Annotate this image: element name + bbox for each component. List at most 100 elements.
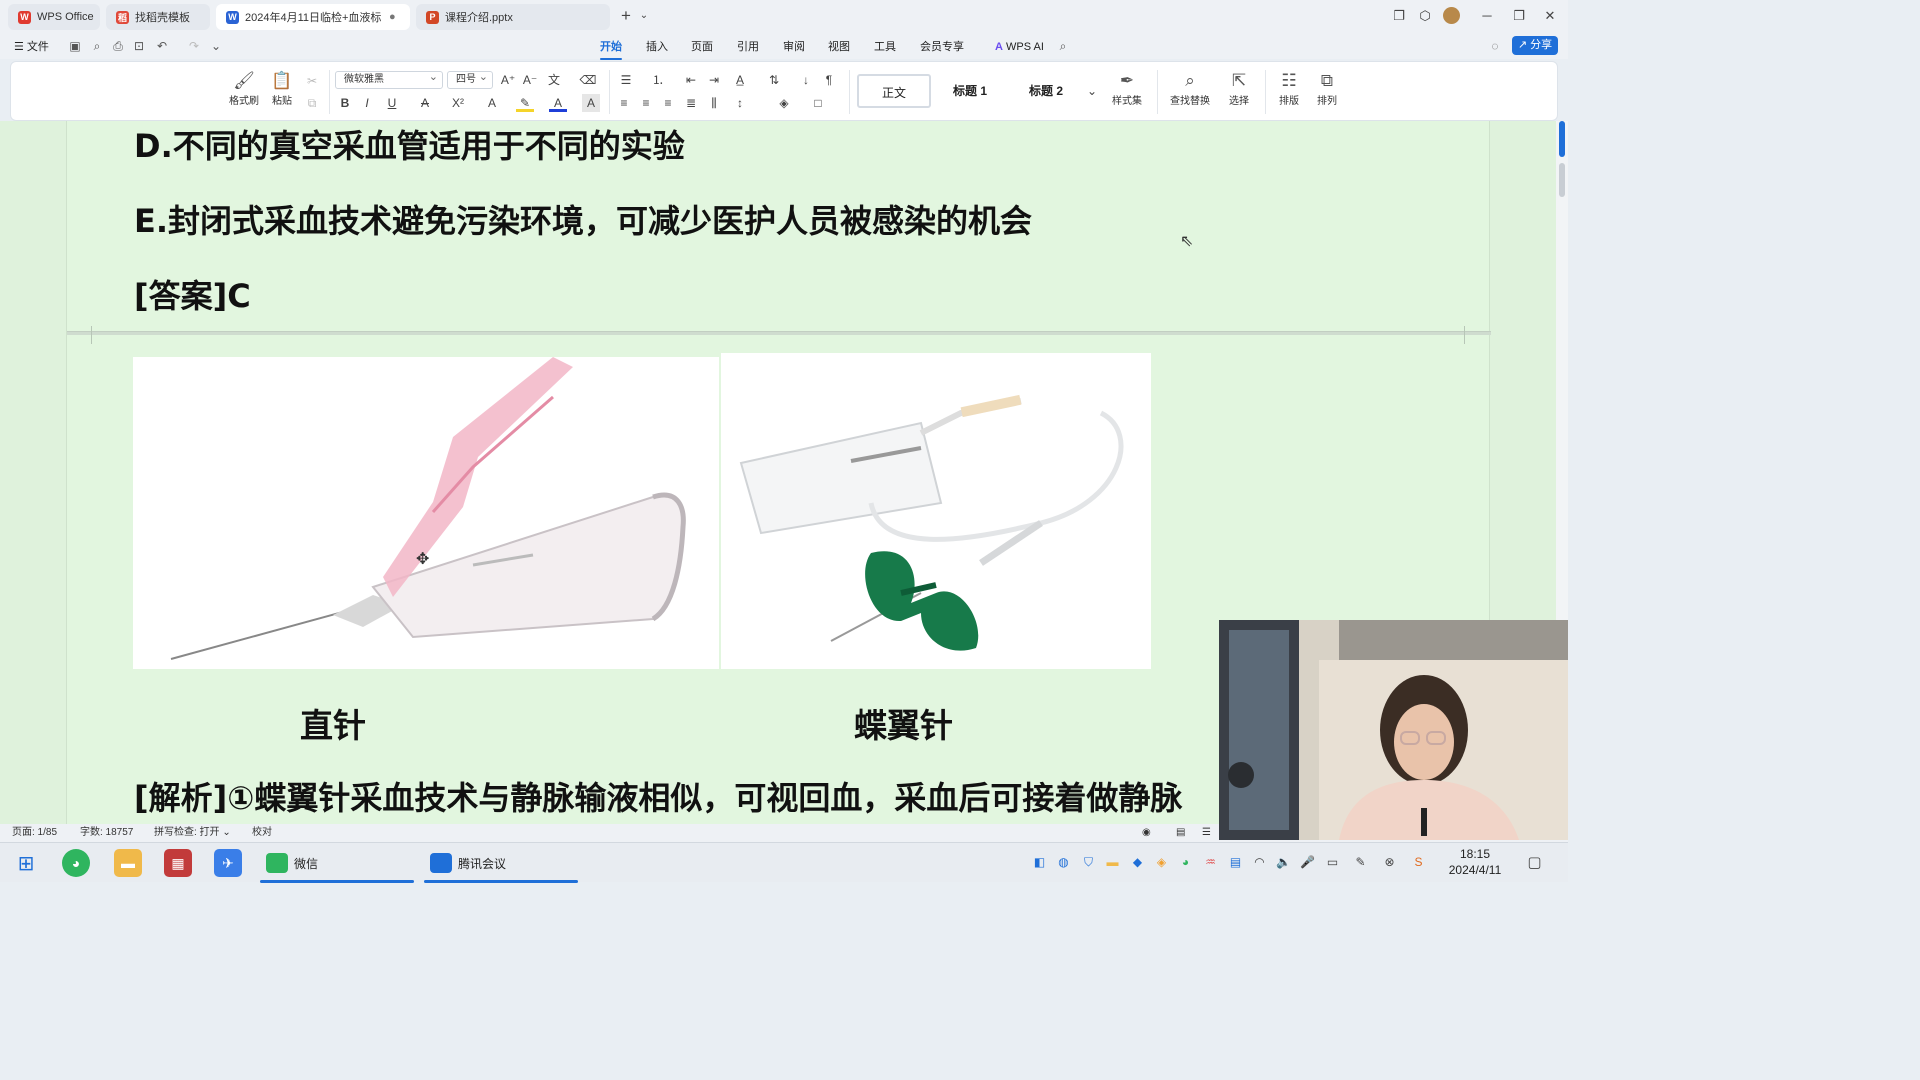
tab-references[interactable]: 引用 bbox=[737, 38, 759, 56]
search-icon[interactable]: ⌕ bbox=[1056, 39, 1070, 53]
align-left-icon[interactable]: ≡ bbox=[615, 94, 633, 112]
scroll-thumb[interactable] bbox=[1559, 121, 1565, 157]
tab-member[interactable]: 会员专享 bbox=[920, 38, 964, 56]
paste-button[interactable]: 📋 粘贴 bbox=[265, 70, 299, 107]
save-icon[interactable]: ▣ bbox=[68, 39, 82, 53]
feishu-icon[interactable]: ✈ bbox=[214, 849, 242, 877]
send-tray-icon[interactable]: ◆ bbox=[1129, 854, 1146, 871]
chinese-layout-icon[interactable]: A̲ bbox=[731, 71, 749, 89]
notification-icon[interactable]: ▢ bbox=[1526, 854, 1543, 871]
input-method-icon[interactable]: ▤ bbox=[1227, 854, 1244, 871]
notify-tray-icon[interactable]: ◈ bbox=[1153, 854, 1170, 871]
arrange-button[interactable]: ⧉ 排列 bbox=[1309, 70, 1345, 107]
style-normal[interactable]: 正文 bbox=[857, 74, 931, 108]
eye-protection-icon[interactable]: ◉ bbox=[1142, 826, 1151, 840]
cube-icon[interactable]: ⬡ bbox=[1416, 7, 1434, 25]
volume-icon[interactable]: 🔈 bbox=[1275, 854, 1292, 871]
file-explorer-icon[interactable]: ▬ bbox=[114, 849, 142, 877]
share-button[interactable]: ↗ 分享 bbox=[1512, 36, 1558, 55]
close-circle-icon[interactable]: ⊗ bbox=[1381, 854, 1398, 871]
proofread-button[interactable]: 校对 bbox=[252, 826, 272, 840]
bold-icon[interactable]: B bbox=[336, 94, 354, 112]
superscript-icon[interactable]: X² bbox=[449, 94, 467, 112]
tab-docer-template[interactable]: 稻 找稻壳模板 bbox=[106, 4, 210, 30]
restore-icon[interactable]: ❐ bbox=[1510, 7, 1528, 25]
quick-access-chevron-icon[interactable]: ⌄ bbox=[209, 39, 223, 53]
font-color-icon[interactable]: A bbox=[549, 94, 567, 112]
find-replace-button[interactable]: ⌕ 查找替换 bbox=[1165, 70, 1215, 107]
font-name-select[interactable]: 微软雅黑 bbox=[335, 69, 443, 89]
shading-icon[interactable]: ◈ bbox=[775, 94, 793, 112]
underline-icon[interactable]: U bbox=[383, 94, 401, 112]
tab-view[interactable]: 视图 bbox=[828, 38, 850, 56]
layout-button[interactable]: ☷ 排版 bbox=[1271, 70, 1307, 107]
align-center-icon[interactable]: ≡ bbox=[637, 94, 655, 112]
unsaved-dot-icon[interactable]: ● bbox=[389, 11, 396, 23]
microphone-icon[interactable]: 🎤 bbox=[1299, 854, 1316, 871]
tab-review[interactable]: 审阅 bbox=[783, 38, 805, 56]
windows-start-icon[interactable]: ⊞ bbox=[12, 849, 40, 877]
undo-icon[interactable]: ↶ bbox=[155, 39, 169, 53]
font-size-select[interactable]: 四号 bbox=[447, 69, 493, 89]
wifi-icon[interactable]: ◠ bbox=[1251, 854, 1268, 871]
pen-icon[interactable]: ✎ bbox=[1352, 854, 1369, 871]
format-painter-button[interactable]: 🖌 格式刷 bbox=[227, 70, 261, 107]
tab-home[interactable]: 开始 bbox=[600, 38, 622, 60]
tab-list-chevron-icon[interactable]: ⌄ bbox=[635, 7, 653, 25]
meeting-tray-icon[interactable]: ◧ bbox=[1031, 854, 1048, 871]
spell-check-toggle[interactable]: 拼写检查: 打开 ⌄ bbox=[154, 826, 231, 840]
italic-icon[interactable]: I bbox=[358, 94, 376, 112]
wechat-tray-icon[interactable]: ◕ bbox=[1177, 854, 1194, 871]
window-layout-icon[interactable]: ❐ bbox=[1390, 7, 1408, 25]
comment-icon[interactable]: ◌ bbox=[1488, 39, 1502, 53]
shield-icon[interactable]: ⛉ bbox=[1080, 854, 1097, 871]
decrease-indent-icon[interactable]: ⇤ bbox=[682, 71, 700, 89]
text-direction-icon[interactable]: ⇅ bbox=[765, 71, 783, 89]
strikethrough-icon[interactable]: A bbox=[416, 94, 434, 112]
cut-icon[interactable]: ✂ bbox=[303, 72, 321, 90]
numbered-list-icon[interactable]: ⒈ bbox=[649, 71, 667, 89]
clear-format-icon[interactable]: ⌫ bbox=[579, 71, 597, 89]
sort-icon[interactable]: ↓ bbox=[797, 71, 815, 89]
decrease-font-icon[interactable]: A⁻ bbox=[521, 71, 539, 89]
tab-tools[interactable]: 工具 bbox=[874, 38, 896, 56]
taskbar-wechat-window[interactable]: 微信 bbox=[260, 843, 414, 883]
wechat-app-icon[interactable]: ◕ bbox=[62, 849, 90, 877]
tab-insert[interactable]: 插入 bbox=[646, 38, 668, 56]
bullet-list-icon[interactable]: ☰ bbox=[617, 71, 635, 89]
battery-icon[interactable]: ▭ bbox=[1324, 854, 1341, 871]
style-set-button[interactable]: ✒ 样式集 bbox=[1105, 70, 1149, 107]
word-count[interactable]: 字数: 18757 bbox=[80, 826, 133, 840]
copy-icon[interactable]: ⧉ bbox=[303, 94, 321, 112]
distributed-icon[interactable]: ⫼ bbox=[705, 94, 723, 112]
wps-ai-button[interactable]: A WPS AI bbox=[995, 38, 1044, 56]
security-tray-icon[interactable]: ◍ bbox=[1055, 854, 1072, 871]
search-doc-icon[interactable]: ⌕ bbox=[90, 39, 104, 53]
winrar-icon[interactable]: ▦ bbox=[164, 849, 192, 877]
folder-tray-icon[interactable]: ▬ bbox=[1104, 854, 1121, 871]
file-menu[interactable]: ☰ 文件 bbox=[14, 38, 49, 56]
show-marks-icon[interactable]: ¶ bbox=[820, 71, 838, 89]
user-avatar[interactable] bbox=[1443, 7, 1461, 25]
increase-font-icon[interactable]: A⁺ bbox=[499, 71, 517, 89]
redo-icon[interactable]: ↷ bbox=[187, 39, 201, 53]
line-spacing-icon[interactable]: ↕ bbox=[731, 94, 749, 112]
align-right-icon[interactable]: ≡ bbox=[659, 94, 677, 112]
styles-more-chevron-icon[interactable]: ⌄ bbox=[1083, 82, 1101, 100]
close-icon[interactable]: ✕ bbox=[1541, 7, 1559, 25]
tab-wps-office[interactable]: W WPS Office bbox=[8, 4, 100, 30]
text-effect-icon[interactable]: A bbox=[483, 94, 501, 112]
page-view-icon[interactable]: ▤ bbox=[1176, 826, 1185, 840]
phonetic-icon[interactable]: 文 bbox=[545, 71, 563, 89]
scroll-position-marker[interactable] bbox=[1559, 163, 1565, 197]
justify-icon[interactable]: ≣ bbox=[682, 94, 700, 112]
tab-course-pptx[interactable]: P 课程介绍.pptx bbox=[416, 4, 610, 30]
system-clock[interactable]: 18:15 2024/4/11 bbox=[1440, 846, 1510, 878]
outline-view-icon[interactable]: ☰ bbox=[1202, 826, 1211, 840]
style-heading-2[interactable]: 标题 2 bbox=[1009, 74, 1083, 108]
highlight-icon[interactable]: ✎ bbox=[516, 94, 534, 112]
minimize-icon[interactable]: ─ bbox=[1478, 7, 1496, 25]
select-button[interactable]: ⇱ 选择 bbox=[1219, 70, 1259, 107]
tab-current-document[interactable]: W 2024年4月11日临检+血液标... ● bbox=[216, 4, 410, 30]
sogou-input-icon[interactable]: S bbox=[1410, 854, 1427, 871]
